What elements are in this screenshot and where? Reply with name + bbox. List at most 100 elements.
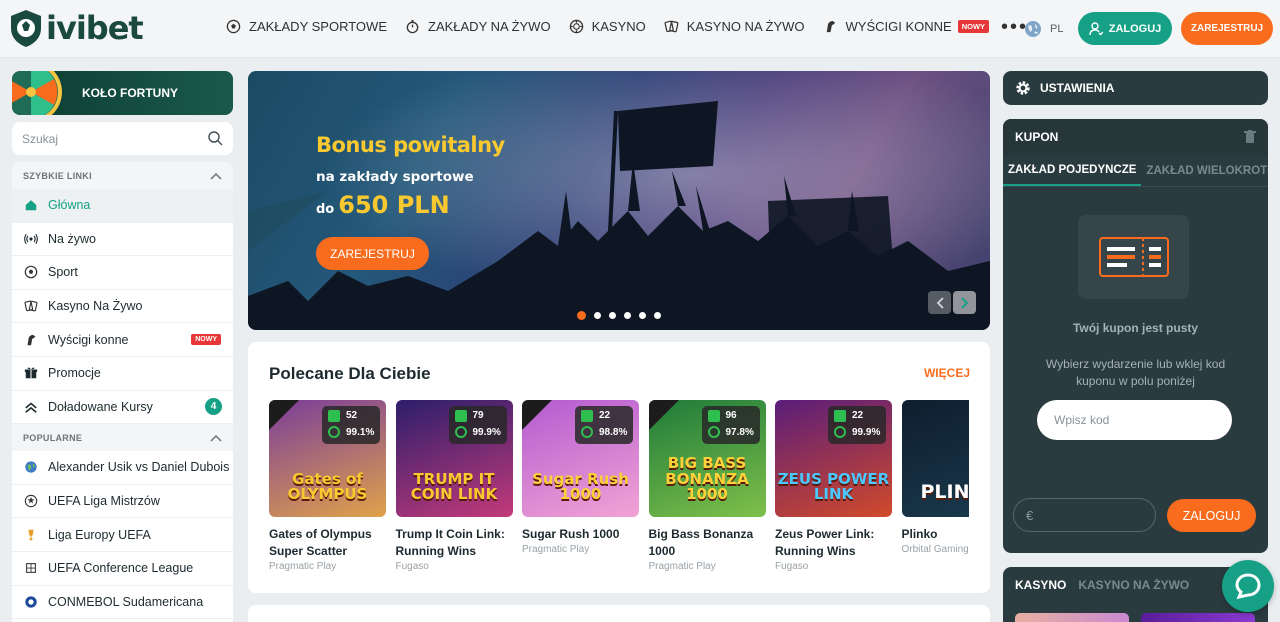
europa-league-icon (28, 529, 34, 540)
brand-logo[interactable]: ivibet (8, 8, 144, 48)
game-name[interactable]: Big Bass Bonanza 1000 (649, 526, 766, 560)
sidebar-item[interactable]: Doładowane Kursy 4 (12, 391, 233, 425)
game-name[interactable]: Plinko (902, 526, 970, 543)
sidebar-item-label: Doładowane Kursy (48, 399, 153, 414)
promo-banner[interactable]: Bonus powitalny na zakłady sportowe do 65… (248, 71, 990, 330)
sidebar-item[interactable]: UEFA Conference League (12, 552, 233, 586)
chevron-up-icon[interactable] (210, 434, 222, 442)
fortune-wheel-banner[interactable]: KOŁO FORTUNY (12, 71, 233, 115)
coupon-code-input[interactable]: Wpisz kod (1037, 400, 1232, 440)
carousel-next-button[interactable] (953, 291, 976, 314)
chevron-up-icon[interactable] (210, 172, 222, 180)
search-placeholder: Szukaj (22, 131, 59, 146)
chevron-left-icon (936, 296, 944, 309)
sidebar-item-label: Promocje (48, 366, 101, 381)
game-thumbnail[interactable]: 52 99.1% Gates of OLYMPUS (269, 400, 386, 517)
coupon-login-button[interactable]: ZALOGUJ (1167, 499, 1256, 532)
sidebar-item[interactable]: Na żywo (12, 223, 233, 257)
nav-item-label: ZAKŁADY SPORTOWE (249, 19, 387, 34)
nav-item-0[interactable]: ZAKŁADY SPORTOWE (226, 19, 387, 34)
popular-title: POPULARNE (23, 432, 83, 443)
settings-bar[interactable]: USTAWIENIA (1003, 71, 1268, 105)
globe-icon (25, 461, 37, 474)
game-name[interactable]: Zeus Power Link: Running Wins (775, 526, 892, 560)
players-icon (834, 410, 846, 422)
game-rtp-value: 99.1% (346, 427, 375, 438)
game-logo-text: Gates of OLYMPUS (287, 469, 368, 504)
nav-item-3[interactable]: KASYNO NA ŻYWO (664, 19, 805, 34)
game-name[interactable]: Trump It Coin Link: Running Wins (396, 526, 513, 560)
tab-single-bet[interactable]: ZAKŁAD POJEDYNCZE (1003, 155, 1142, 186)
sidebar-item[interactable]: CONMEBOL Sudamericana (12, 586, 233, 620)
carousel-prev-button[interactable] (928, 291, 951, 314)
sidebar-item-label: Wyścigi konne (48, 332, 129, 347)
language-selector[interactable]: PL (1024, 20, 1063, 38)
drops-wins-ribbon (648, 400, 679, 430)
casino-game-thumb[interactable] (1015, 613, 1129, 622)
game-card[interactable]: 79 99.9% TRUMP IT COIN LINK Trump It Coin L… (395, 400, 513, 572)
game-card[interactable]: PLINKO PlinkoOrbital Gaming (901, 400, 970, 555)
chevron-right-icon (960, 296, 968, 309)
new-badge: NOWY (191, 334, 221, 346)
tab-live-casino[interactable]: KASYNO NA ŻYWO (1078, 578, 1189, 592)
bet-coupon: KUPON ZAKŁAD POJEDYNCZE ZAKŁAD WIELOKROT… (1003, 119, 1268, 553)
sidebar-item[interactable]: Alexander Usik vs Daniel Dubois (12, 451, 233, 485)
quick-links-header[interactable]: SZYBKIE LINKI (12, 162, 233, 189)
game-stat-value: 22 (852, 410, 864, 421)
game-card[interactable]: 52 99.1% Gates of OLYMPUS Gates of Olympus … (269, 400, 386, 572)
game-provider: Fugaso (395, 561, 429, 572)
game-stats-badge: 52 99.1% (322, 406, 380, 444)
sidebar-item[interactable]: Główna (12, 189, 233, 223)
game-thumbnail[interactable]: PLINKO (901, 400, 969, 517)
sidebar-item[interactable]: UEFA Liga Mistrzów (12, 485, 233, 519)
login-button[interactable]: ZALOGUJ (1078, 12, 1172, 45)
settings-label: USTAWIENIA (1040, 81, 1115, 95)
sidebar-item[interactable]: Sport (12, 256, 233, 290)
game-rtp-value: 99.9% (472, 427, 501, 438)
casino-game-thumb[interactable] (1141, 613, 1255, 622)
tab-multi-bet[interactable]: ZAKŁAD WIELOKROTNY (1141, 155, 1268, 186)
players-icon (707, 410, 720, 422)
carousel-dot[interactable] (639, 312, 646, 319)
casino-chip-icon (569, 19, 583, 34)
nav-item-2[interactable]: KASYNO (569, 19, 646, 34)
register-button[interactable]: ZAREJESTRUJ (1181, 12, 1273, 45)
popular-header[interactable]: POPULARNE (12, 424, 233, 452)
stake-input[interactable]: € (1013, 498, 1156, 532)
carousel-dot[interactable] (609, 312, 616, 319)
coupon-empty-title: Twój kupon jest pusty (1072, 321, 1199, 335)
game-name[interactable]: Gates of Olympus Super Scatter (269, 526, 386, 560)
recommended-more-link[interactable]: WIĘCEJ (924, 366, 970, 380)
sidebar-item-label: CONMEBOL Sudamericana (48, 594, 204, 609)
carousel-dot[interactable] (654, 312, 661, 319)
game-name[interactable]: Sugar Rush 1000 (522, 526, 639, 543)
coupon-tabs: ZAKŁAD POJEDYNCZE ZAKŁAD WIELOKROTNY (1003, 155, 1268, 187)
sidebar-item[interactable]: Promocje (12, 357, 233, 391)
game-thumbnail[interactable]: 79 99.9% TRUMP IT COIN LINK (395, 400, 513, 517)
sidebar-item-label: UEFA Conference League (48, 561, 194, 576)
game-provider: Pragmatic Play (648, 561, 716, 572)
sidebar-item[interactable]: Liga Europy UEFA (12, 518, 233, 552)
live-chat-button[interactable] (1222, 560, 1274, 612)
game-card[interactable]: 96 97.8% BIG BASS BONANZA 1000 Big Bass Bon… (648, 400, 766, 572)
search-input[interactable]: Szukaj (12, 122, 233, 155)
trash-icon[interactable] (1244, 130, 1256, 144)
game-thumbnail[interactable]: 22 99.9% ZEUS POWER LINK (775, 400, 892, 517)
search-icon[interactable] (208, 131, 223, 146)
game-thumbnail[interactable]: 96 97.8% BIG BASS BONANZA 1000 (648, 400, 766, 517)
carousel-dot[interactable] (624, 312, 631, 319)
banner-register-button[interactable]: ZAREJESTRUJ (316, 237, 429, 270)
game-thumbnail[interactable]: 22 98.8% Sugar Rush 1000 (522, 400, 639, 517)
tab-casino[interactable]: KASYNO (1015, 578, 1066, 592)
game-card[interactable]: 22 99.9% ZEUS POWER LINK Zeus Power Link: R… (775, 400, 892, 572)
nav-item-1[interactable]: ZAKŁADY NA ŻYWO (405, 19, 551, 34)
game-card[interactable]: 22 98.8% Sugar Rush 1000 Sugar Rush 1000 Pra… (522, 400, 639, 555)
next-section (248, 605, 990, 622)
champions-league-icon (24, 494, 38, 508)
fortune-wheel-icon (12, 71, 62, 115)
carousel-dot[interactable] (577, 311, 586, 320)
nav-item-4[interactable]: WYŚCIGI KONNE NOWY (823, 19, 990, 34)
carousel-dot[interactable] (594, 312, 601, 319)
sidebar-item[interactable]: Kasyno Na Żywo (12, 290, 233, 324)
sidebar-item[interactable]: Wyścigi konne NOWY (12, 323, 233, 357)
